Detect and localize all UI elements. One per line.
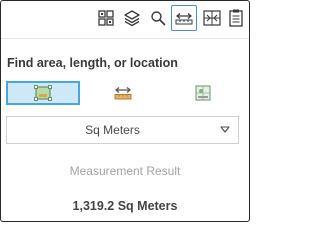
unit-select[interactable]: Sq Meters (6, 116, 239, 144)
print-button[interactable] (199, 5, 225, 31)
basemap-gallery-icon (98, 10, 114, 26)
measurement-icon (175, 13, 193, 25)
area-mode-button[interactable] (6, 81, 80, 105)
layers-icon (124, 10, 140, 27)
chevron-down-icon (220, 126, 230, 133)
measurement-result-label: Measurement Result (69, 164, 181, 178)
clipboard-button[interactable] (225, 5, 249, 31)
measurement-result-value: 1,319.2 Sq Meters (72, 199, 178, 213)
measurement-panel: Find area, length, or location Sq Meters… (0, 0, 250, 222)
search-button[interactable] (145, 5, 171, 31)
area-icon (34, 85, 52, 101)
toolbar-divider (1, 38, 249, 39)
distance-mode-button[interactable] (86, 81, 160, 105)
measure-heading: Find area, length, or location (7, 56, 178, 70)
location-icon (195, 85, 211, 101)
map-toolbar (91, 5, 249, 33)
print-icon (203, 10, 221, 26)
measure-mode-bar (6, 81, 240, 105)
measurement-button[interactable] (171, 5, 197, 31)
distance-icon (114, 87, 132, 100)
basemap-gallery-button[interactable] (93, 5, 119, 31)
clipboard-icon (229, 9, 243, 27)
search-icon (151, 11, 166, 26)
location-mode-button[interactable] (166, 81, 240, 105)
layers-button[interactable] (119, 5, 145, 31)
unit-select-value: Sq Meters (85, 123, 140, 137)
